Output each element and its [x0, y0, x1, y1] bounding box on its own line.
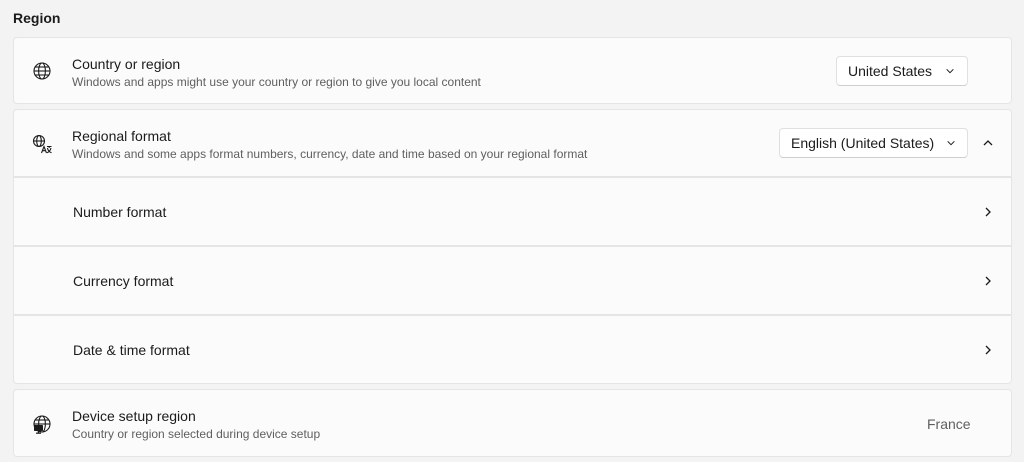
chevron-down-icon — [946, 137, 956, 149]
number-format-label: Number format — [73, 204, 167, 220]
language-icon — [31, 133, 53, 155]
regional-format-selected: English (United States) — [791, 135, 935, 151]
country-region-card: Country or region Windows and apps might… — [13, 37, 1012, 104]
chevron-down-icon — [944, 65, 956, 77]
currency-format-label: Currency format — [73, 273, 174, 289]
device-setup-region-card: Device setup region Country or region se… — [13, 389, 1012, 457]
globe-monitor-icon — [31, 413, 53, 435]
device-setup-region-description: Country or region selected during device… — [72, 427, 321, 441]
regional-format-card[interactable]: Regional format Windows and some apps fo… — [13, 109, 1012, 177]
chevron-right-icon — [976, 200, 1000, 224]
regional-format-dropdown[interactable]: English (United States) — [779, 128, 968, 158]
section-title: Region — [13, 10, 61, 26]
regional-format-description: Windows and some apps format numbers, cu… — [72, 147, 588, 161]
regional-format-title: Regional format — [72, 128, 171, 144]
country-region-description: Windows and apps might use your country … — [72, 75, 481, 89]
globe-icon — [31, 60, 53, 82]
device-setup-region-value: France — [927, 416, 971, 432]
number-format-item[interactable]: Number format — [13, 177, 1012, 246]
date-time-format-item[interactable]: Date & time format — [13, 315, 1012, 384]
currency-format-item[interactable]: Currency format — [13, 246, 1012, 315]
country-region-selected: United States — [848, 63, 933, 79]
device-setup-region-title: Device setup region — [72, 408, 196, 424]
date-time-format-label: Date & time format — [73, 342, 190, 358]
country-region-dropdown[interactable]: United States — [836, 56, 968, 86]
chevron-right-icon — [976, 269, 1000, 293]
country-region-title: Country or region — [72, 56, 181, 72]
chevron-right-icon — [976, 338, 1000, 362]
collapse-chevron-up-icon[interactable] — [976, 131, 1000, 155]
